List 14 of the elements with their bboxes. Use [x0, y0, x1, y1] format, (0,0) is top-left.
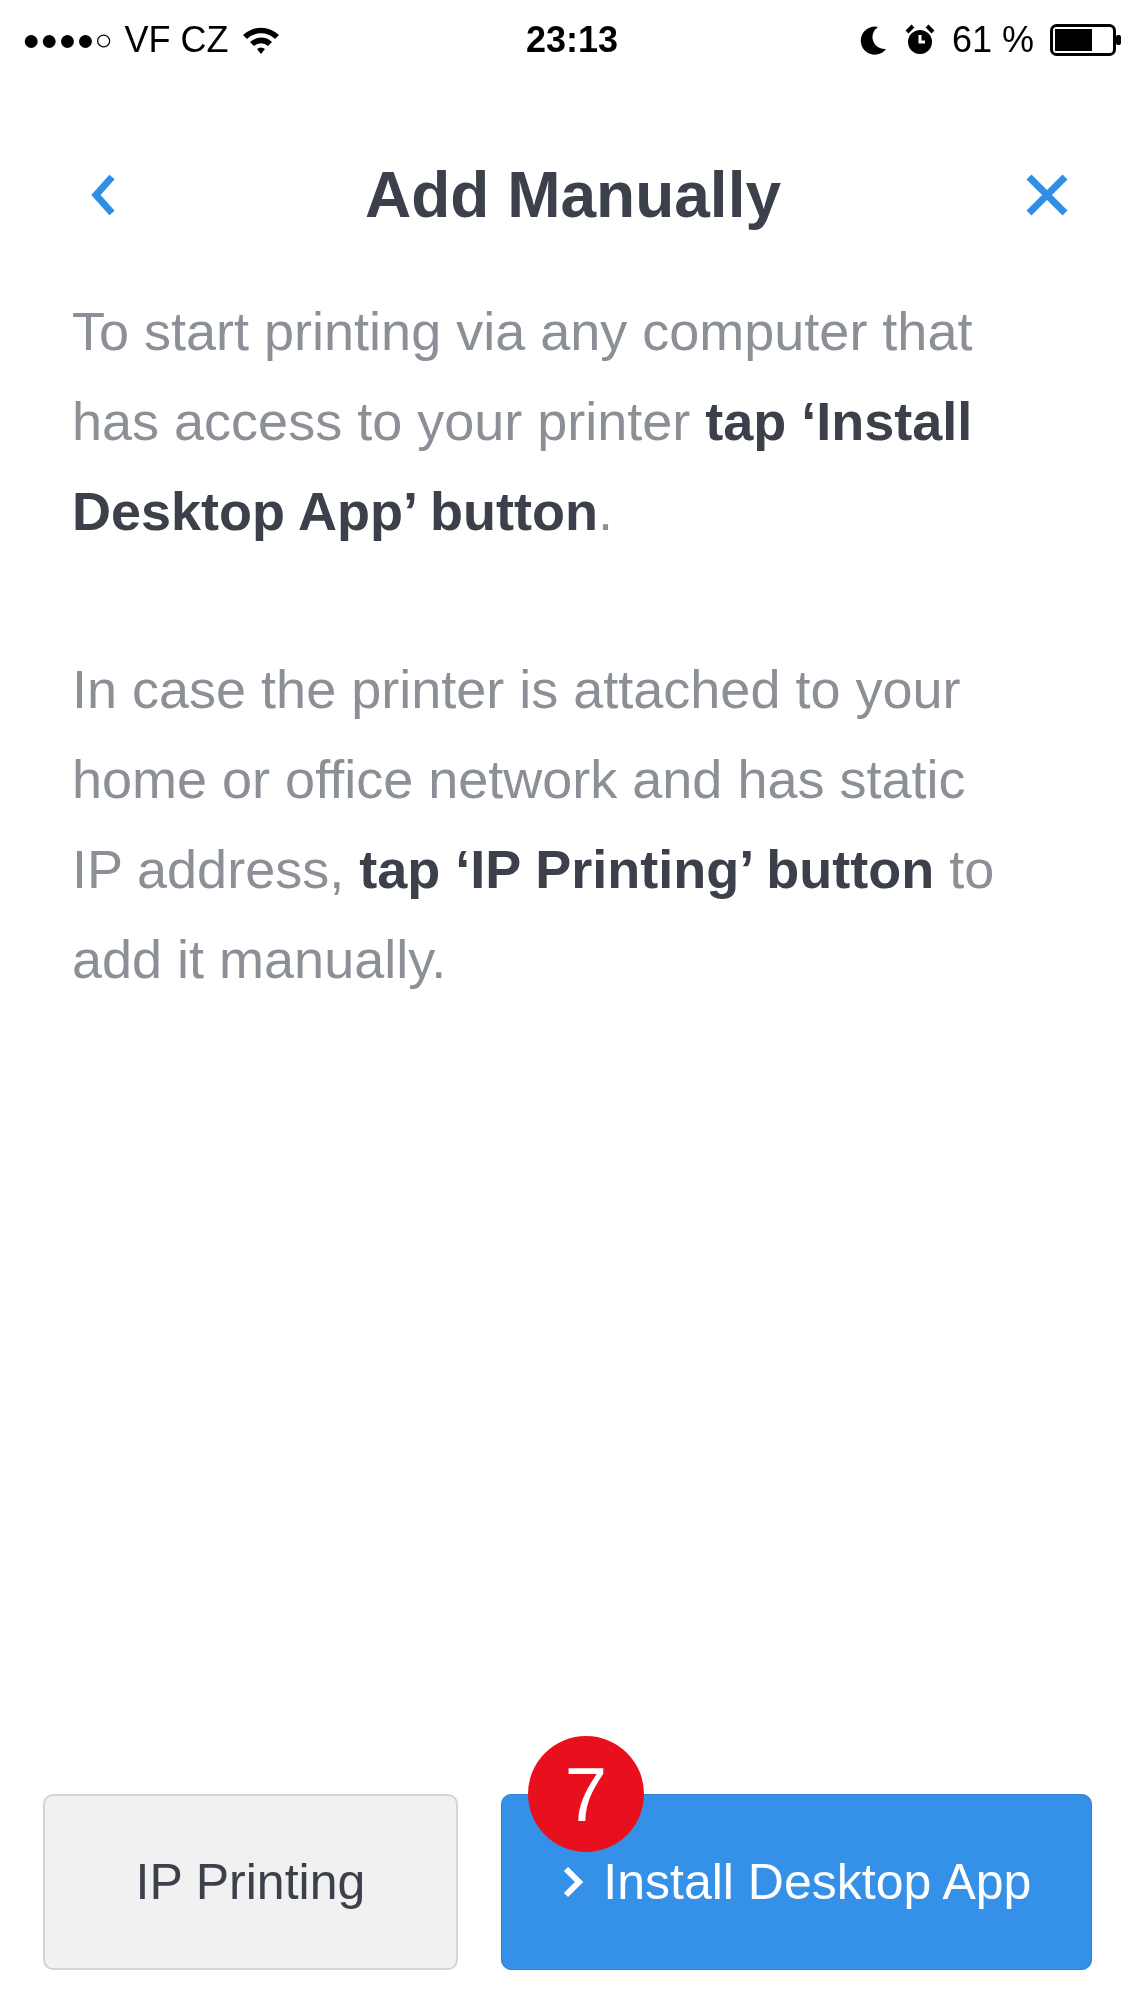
ip-printing-button[interactable]: IP Printing: [43, 1794, 458, 1970]
alarm-clock-icon: [903, 24, 936, 56]
instruction-paragraph: In case the printer is attached to your home or office network and has static IP address, tap ‘IP Printing’ button to add it manually.: [72, 658, 996, 991]
instruction-paragraph: To start printing via any computer that has access to your printer tap ‘Install Desktop App’ button.: [72, 300, 974, 543]
moon-icon: [859, 25, 888, 55]
clock-time: 23:13: [525, 19, 619, 61]
chevron-icon: [561, 1865, 586, 1899]
page-title: Add Manually: [365, 158, 781, 232]
carrier-name: VF CZ: [124, 19, 229, 61]
step-badge: 7: [528, 1736, 644, 1852]
battery-percentage: 61 %: [951, 19, 1034, 61]
battery-icon: [1050, 24, 1122, 56]
signal-strength: ●●●●○: [22, 23, 113, 57]
close-icon: [1024, 172, 1070, 218]
